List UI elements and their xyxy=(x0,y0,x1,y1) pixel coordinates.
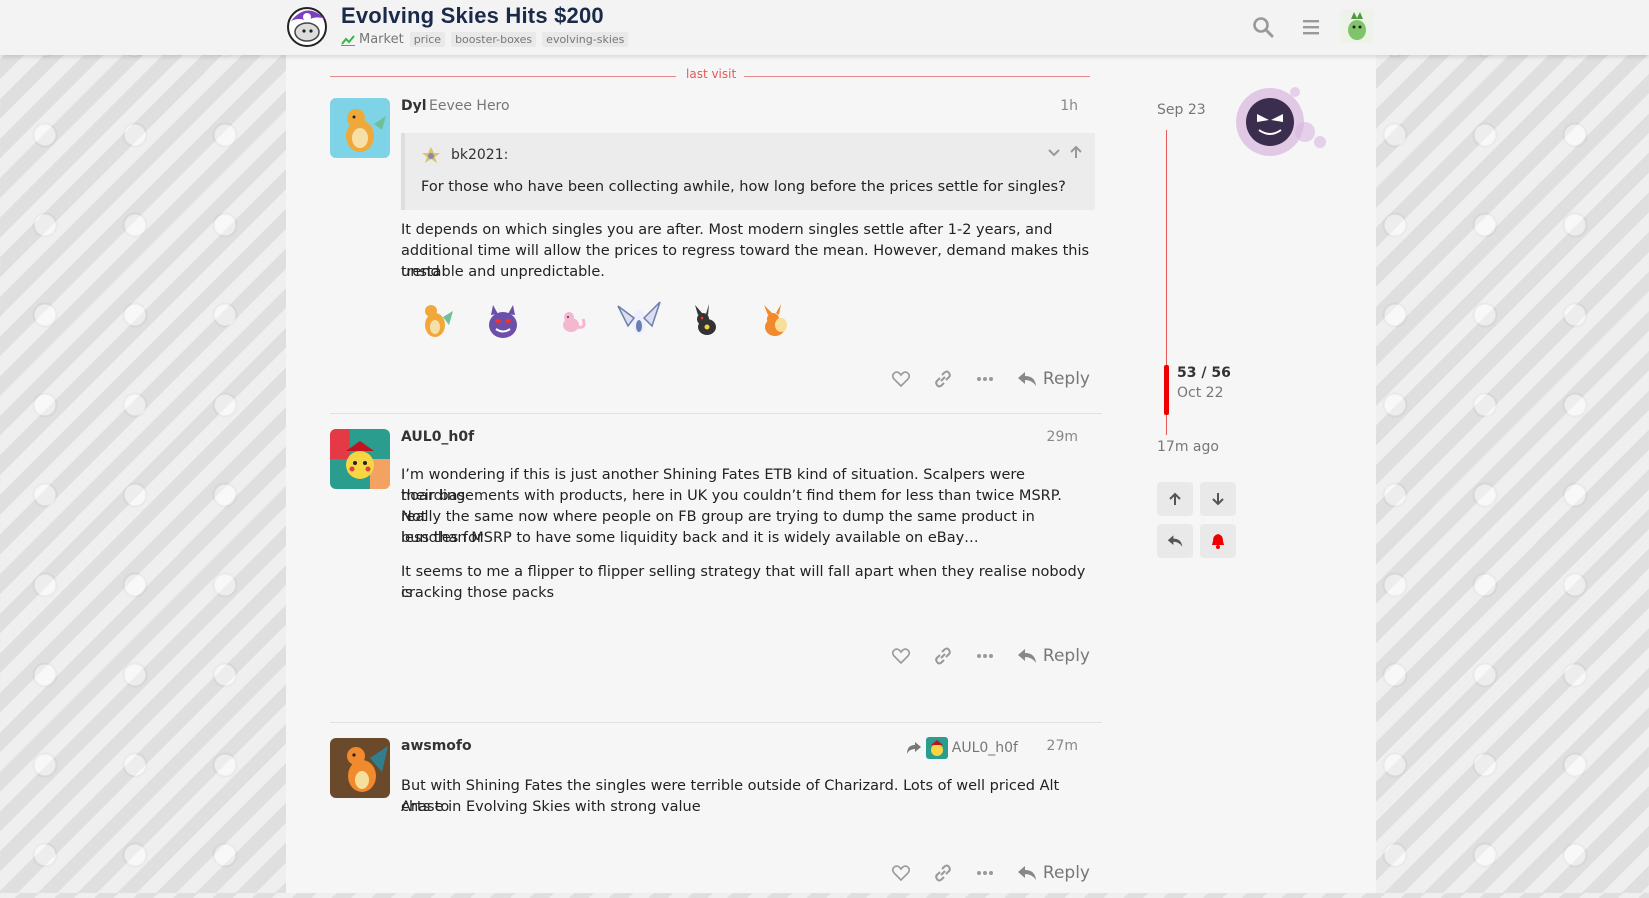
jump-down-button[interactable] xyxy=(1200,482,1236,516)
post-separator xyxy=(330,722,1102,723)
avatar[interactable] xyxy=(330,429,390,489)
post-body-line: cracking those packs xyxy=(401,585,555,601)
mew-emoji-icon xyxy=(537,296,605,346)
share-arrow-icon xyxy=(906,742,921,754)
chevron-down-icon[interactable] xyxy=(1047,146,1061,160)
post-user-title: Eevee Hero xyxy=(429,98,510,114)
post-username[interactable]: awsmofo xyxy=(401,738,472,754)
bell-icon xyxy=(1212,534,1224,549)
timeline-end-label[interactable]: 17m ago xyxy=(1157,439,1219,455)
current-user-avatar[interactable] xyxy=(1340,9,1374,43)
post-time[interactable]: 1h xyxy=(1060,98,1078,114)
quote-block: bk2021: For those who have been collecti… xyxy=(401,133,1095,210)
reply-icon xyxy=(1017,372,1036,386)
like-heart-icon[interactable] xyxy=(891,863,911,883)
like-heart-icon[interactable] xyxy=(891,646,911,666)
reply-label: Reply xyxy=(1042,646,1090,666)
post-actions: Reply xyxy=(891,646,1090,666)
post-time[interactable]: 27m xyxy=(1047,738,1078,754)
tag-evolving-skies[interactable]: evolving-skies xyxy=(542,32,629,47)
arrow-down-icon xyxy=(1212,493,1224,506)
tag-booster-boxes[interactable]: booster-boxes xyxy=(451,32,537,47)
jump-up-button[interactable] xyxy=(1157,482,1193,516)
topic-categories: Market price booster-boxes evolving-skie… xyxy=(341,32,629,47)
reply-to-avatar xyxy=(925,737,948,759)
topic-title[interactable]: Evolving Skies Hits $200 xyxy=(341,3,604,29)
category-label: Market xyxy=(359,32,404,47)
site-header: Evolving Skies Hits $200 Market price bo… xyxy=(0,0,1649,55)
site-logo[interactable] xyxy=(285,5,331,47)
reply-icon xyxy=(1017,649,1036,663)
reply-label: Reply xyxy=(1042,863,1090,883)
more-options-icon[interactable] xyxy=(975,863,995,883)
quote-text: For those who have been collecting awhil… xyxy=(421,179,1066,195)
post-time[interactable]: 29m xyxy=(1047,429,1078,445)
like-heart-icon[interactable] xyxy=(891,369,911,389)
post-body-line: chase in Evolving Skies with strong valu… xyxy=(401,799,701,815)
avatar[interactable] xyxy=(330,738,390,798)
post-username[interactable]: Dyl xyxy=(401,98,427,114)
category-market[interactable]: Market xyxy=(341,32,404,47)
timeline-start-date[interactable]: Sep 23 xyxy=(1157,102,1206,118)
post-separator xyxy=(330,413,1102,414)
post-aul0: AUL0_h0f 29m I’m wondering if this is ju… xyxy=(330,429,1090,699)
quote-author[interactable]: bk2021: xyxy=(451,147,508,163)
reply-icon xyxy=(1017,866,1036,880)
timeline-position-date: Oct 22 xyxy=(1177,385,1224,401)
post-body-line: less than MSRP to have some liquidity ba… xyxy=(401,530,979,546)
umbreon-emoji-icon xyxy=(673,296,741,346)
reply-label: Reply xyxy=(1042,369,1090,389)
reply-button[interactable]: Reply xyxy=(1017,863,1090,883)
more-options-icon[interactable] xyxy=(975,369,995,389)
quote-avatar-icon xyxy=(422,147,440,163)
avatar[interactable] xyxy=(330,98,390,158)
post-awsmofo: awsmofo AUL0_h0f 27m But with Shining Fa… xyxy=(330,737,1090,898)
reply-button[interactable]: Reply xyxy=(1017,646,1090,666)
arrow-up-icon xyxy=(1169,492,1181,505)
tag-price[interactable]: price xyxy=(409,32,446,47)
reply-button[interactable]: Reply xyxy=(1017,369,1090,389)
lugia-emoji-icon xyxy=(605,296,673,346)
link-icon[interactable] xyxy=(933,863,953,883)
post-body-line: It depends on which singles you are afte… xyxy=(401,222,1053,238)
timeline-scroll-handle[interactable] xyxy=(1164,365,1169,415)
link-icon[interactable] xyxy=(933,369,953,389)
reply-icon xyxy=(1167,535,1183,547)
search-icon[interactable] xyxy=(1252,16,1274,38)
post-actions: Reply xyxy=(891,863,1090,883)
more-options-icon[interactable] xyxy=(975,646,995,666)
topic-timeline: Sep 23 53 / 56 Oct 22 17m ago xyxy=(1157,55,1357,655)
chart-line-icon xyxy=(341,34,355,46)
timeline-position: 53 / 56 xyxy=(1177,365,1231,381)
hamburger-menu-icon[interactable] xyxy=(1300,16,1322,38)
reply-to-username: AUL0_h0f xyxy=(951,740,1018,756)
post-body-line: unstable and unpredictable. xyxy=(401,264,605,280)
post-username[interactable]: AUL0_h0f xyxy=(401,429,474,445)
gengar-emoji-icon xyxy=(469,296,537,346)
dragonite-emoji-icon xyxy=(401,296,469,346)
emoji-row xyxy=(401,296,809,346)
post-actions: Reply xyxy=(891,369,1090,389)
reply-topic-button[interactable] xyxy=(1157,524,1193,558)
last-visit-label: last visit xyxy=(686,67,737,81)
flareon-emoji-icon xyxy=(741,296,809,346)
link-icon[interactable] xyxy=(933,646,953,666)
last-visit-divider: last visit xyxy=(330,67,1090,83)
notification-bell-button[interactable] xyxy=(1200,524,1236,558)
arrow-up-icon[interactable] xyxy=(1069,145,1083,159)
reply-to-indicator[interactable]: AUL0_h0f xyxy=(906,737,1018,759)
